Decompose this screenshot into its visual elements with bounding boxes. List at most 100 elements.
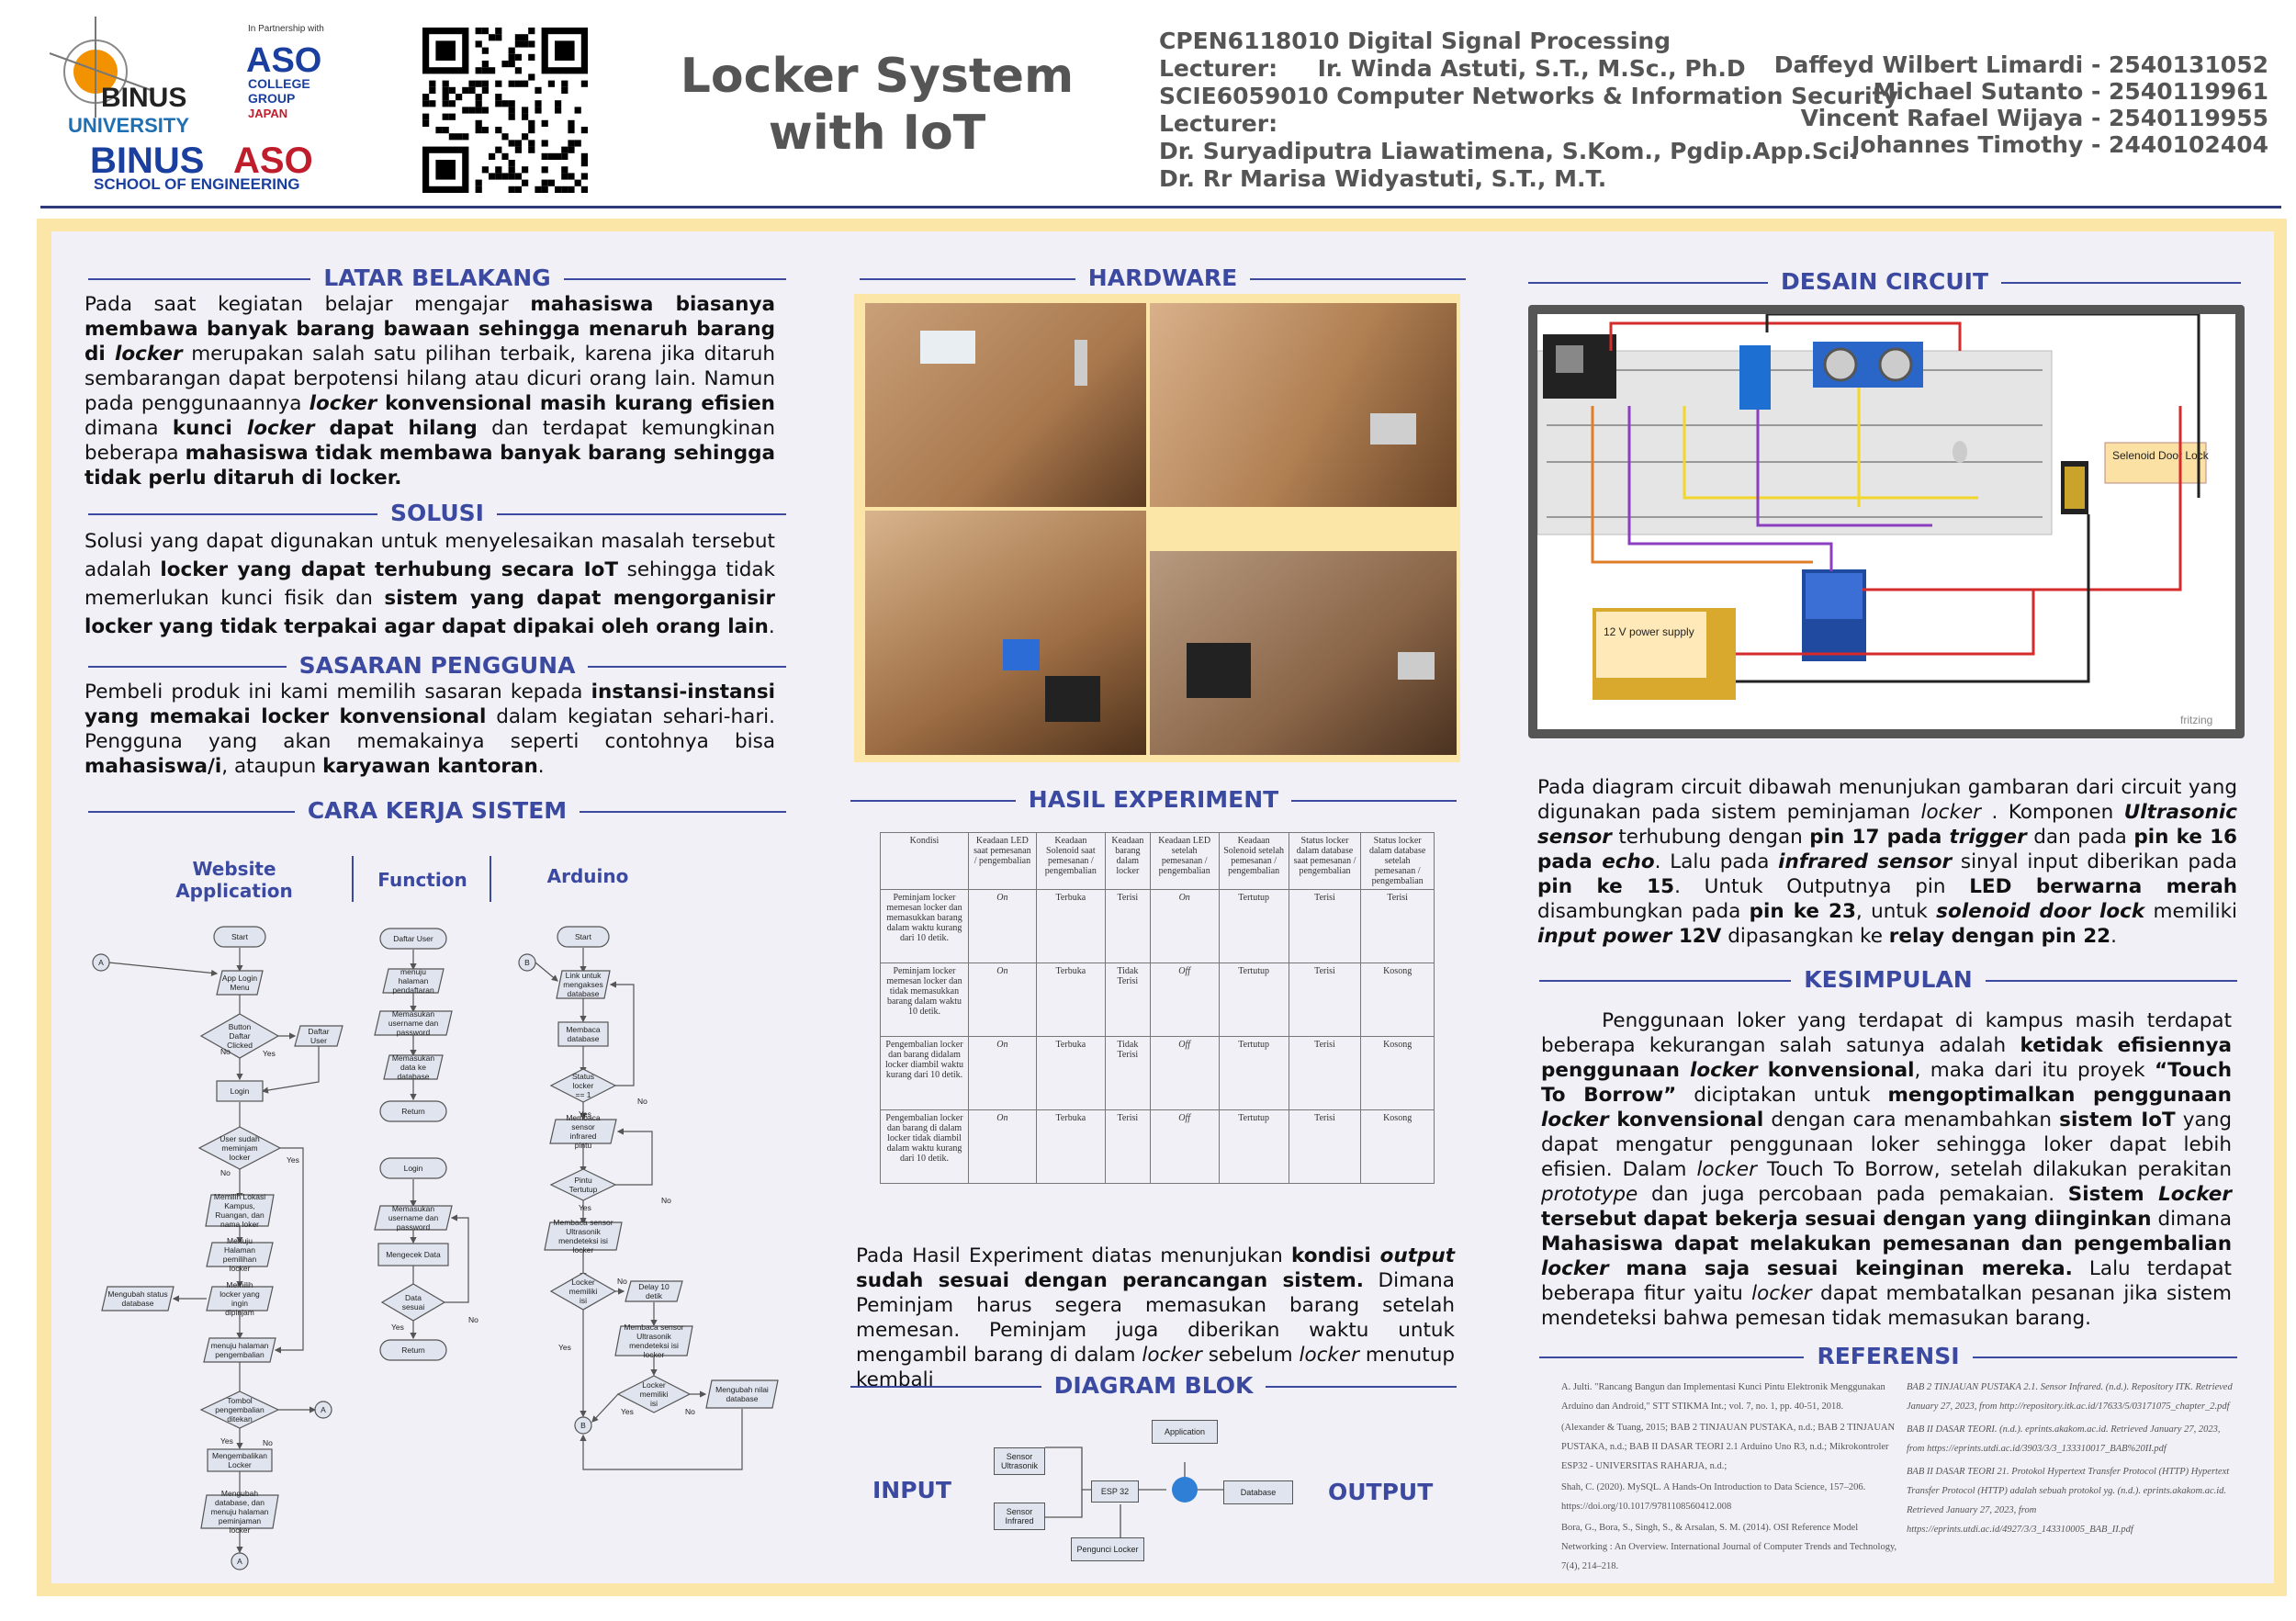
flow-node-label: App Login (222, 974, 258, 983)
flow-node-label: User (310, 1036, 327, 1045)
flow-node: menujuhalamanpendaftaran (382, 967, 445, 995)
flow-branch-label: Yes (263, 1049, 276, 1058)
flow-connector: A (231, 1552, 249, 1570)
flow-connector: B (518, 953, 536, 972)
table-row: Pengembalian locker dan barang didalam l… (880, 1036, 1435, 1110)
flow-node-label: locker (230, 1525, 251, 1535)
flow-node-label: halaman (399, 976, 429, 985)
hardware-photo-2 (1150, 303, 1457, 507)
flow-node-label: Tombol (227, 1396, 253, 1405)
flow-connector: A (314, 1401, 332, 1419)
flow-end: Return (379, 1339, 447, 1361)
flow-branch-label: Yes (579, 1109, 591, 1119)
poster-title: Locker System with IoT (680, 49, 1075, 161)
flow-connector: B (574, 1416, 592, 1435)
flow-node-label: Button (229, 1022, 252, 1031)
binus-logo: BINUS UNIVERSITY In Partnership with ASO… (40, 17, 343, 195)
flow-node-label: Memasukan (392, 1204, 435, 1213)
flow-node-label: mengakses (563, 980, 602, 989)
flow-node-label: Status (572, 1072, 594, 1081)
flow-start: Start (213, 926, 266, 948)
flow-node-label: pengembalian (215, 1350, 264, 1359)
table-header-cell: Keadaan Solenoid setelah pemesanan / pen… (1218, 832, 1289, 890)
flow-decision: Statuslocker== 1 (549, 1068, 617, 1103)
fritzing-brand: fritzing (2180, 714, 2212, 726)
flow-node-label: Return (401, 1107, 425, 1116)
flow-node-label: pemilihan (223, 1255, 257, 1264)
esp-board-image (920, 331, 975, 364)
table-cell: Tertutup (1218, 1109, 1289, 1184)
table-cell: On (968, 1109, 1037, 1184)
solenoid-image (1398, 652, 1435, 680)
reference-item: BAB II DASAR TEORI 21. Protokol Hypertex… (1907, 1467, 2230, 1535)
flow-node: Mengubah statusdatabase (101, 1286, 174, 1311)
flow-node-label: database (122, 1299, 154, 1308)
flow-divider (490, 856, 491, 902)
table-cell: Terisi (1360, 889, 1435, 963)
flow-node-label: menuju halaman (211, 1341, 269, 1350)
flow-node-label: detik (646, 1291, 663, 1300)
table-cell: Off (1149, 962, 1220, 1037)
block-sensor-ultrasonik: Sensor Ultrasonik (994, 1447, 1045, 1475)
flow-node-label: Memasukan (392, 1053, 435, 1063)
flow-node-label: Mengubah status (107, 1289, 167, 1299)
table-row: Pengembalian locker dan barang di dalam … (880, 1109, 1435, 1184)
flow-node-label: Link untuk (566, 971, 602, 980)
table-header-cell: Kondisi (880, 832, 969, 890)
block-application: Application (1152, 1420, 1218, 1444)
flow-node-label: database (568, 1034, 600, 1043)
table-header-cell: Status locker dalam database setelah pem… (1360, 832, 1435, 890)
flow-node-label: locker (230, 1264, 251, 1273)
reference-item: BAB II DASAR TEORI. (n.d.). eprints.akak… (1907, 1424, 2221, 1454)
flow-node-label: A (237, 1557, 242, 1566)
flow-node-label: password (397, 1028, 431, 1037)
flow-node-label: Menu (230, 983, 250, 992)
flow-node-label: A (321, 1405, 326, 1414)
flow-node-label: Mengubah nilai (715, 1385, 769, 1394)
flow-node-label: Locker (228, 1460, 252, 1469)
flow-node: Mengubahdatabase, danmenuju halamanpemin… (200, 1489, 279, 1535)
flow-node: Memasukandata kedatabase (383, 1053, 444, 1081)
table-header-cell: Keadaan LED saat pemesanan / pengembalia… (968, 832, 1037, 890)
flow-node-label: menuju (400, 967, 426, 976)
flow-node-label: menuju halaman (211, 1507, 269, 1516)
flow-decision: Tombolpengembalianditekan (199, 1390, 280, 1429)
diagram-output-label: OUTPUT (1328, 1479, 1434, 1505)
flow-node-label: Return (401, 1345, 425, 1355)
flow-node-label: Data (405, 1293, 422, 1302)
hinge-image (1075, 340, 1087, 386)
table-cell: Terisi (1288, 889, 1362, 963)
flow-node-label: Memilih (226, 1280, 253, 1289)
author: Michael Sutanto - 2540119961 (1873, 78, 2268, 105)
section-heading-solusi: SOLUSI (88, 498, 786, 531)
table-cell: Terbuka (1035, 962, 1106, 1037)
flow-node-label: Start (231, 932, 249, 941)
flow-node: Mengubah nilaidatabase (705, 1379, 779, 1409)
table-cell: Terisi (1288, 962, 1362, 1037)
flow-node-label: Locker (571, 1278, 595, 1287)
svg-text:SCHOOL OF ENGINEERING: SCHOOL OF ENGINEERING (94, 175, 300, 191)
flow-node-label: locker yang (219, 1289, 260, 1299)
table-cell: Pengembalian locker dan barang didalam l… (880, 1036, 969, 1110)
table-header-cell: Keadaan LED setelah pemesanan / pengemba… (1149, 832, 1220, 890)
flow-node-label: database, dan (215, 1498, 264, 1507)
table-header-cell: Keadaan Solenoid saat pemesanan / pengem… (1035, 832, 1106, 890)
author: Daffeyd Wilbert Limardi - 2540131052 (1773, 51, 2268, 78)
flow-node-label: Halaman (224, 1245, 255, 1255)
poster-header: BINUS UNIVERSITY In Partnership with ASO… (0, 0, 2296, 209)
table-cell: Off (1149, 1109, 1220, 1184)
kesimpulan-text: Penggunaan loker yang terdapat di kampus… (1541, 1009, 2233, 1330)
flow-node-label: sensor (571, 1122, 595, 1131)
qr-code[interactable] (422, 28, 588, 193)
reference-item: (Alexander & Tuang, 2015; BAB 2 TINJAUAN… (1561, 1423, 1896, 1471)
reference-item: A. Julti. "Rancang Bangun dan Implementa… (1561, 1382, 1885, 1412)
flow-branch-label: No (685, 1407, 695, 1416)
flow-branch-label: No (468, 1315, 478, 1324)
led (1953, 441, 1967, 463)
flow-node-label: locker (573, 1245, 594, 1255)
flow-node-label: ditekan (227, 1414, 253, 1424)
author-list: Daffeyd Wilbert Limardi - 2540131052 Mic… (1774, 51, 2268, 158)
flow-node-label: username dan (388, 1019, 439, 1028)
flow-node: App LoginMenu (216, 970, 264, 996)
block-pengunci-locker: Pengunci Locker (1071, 1537, 1144, 1561)
